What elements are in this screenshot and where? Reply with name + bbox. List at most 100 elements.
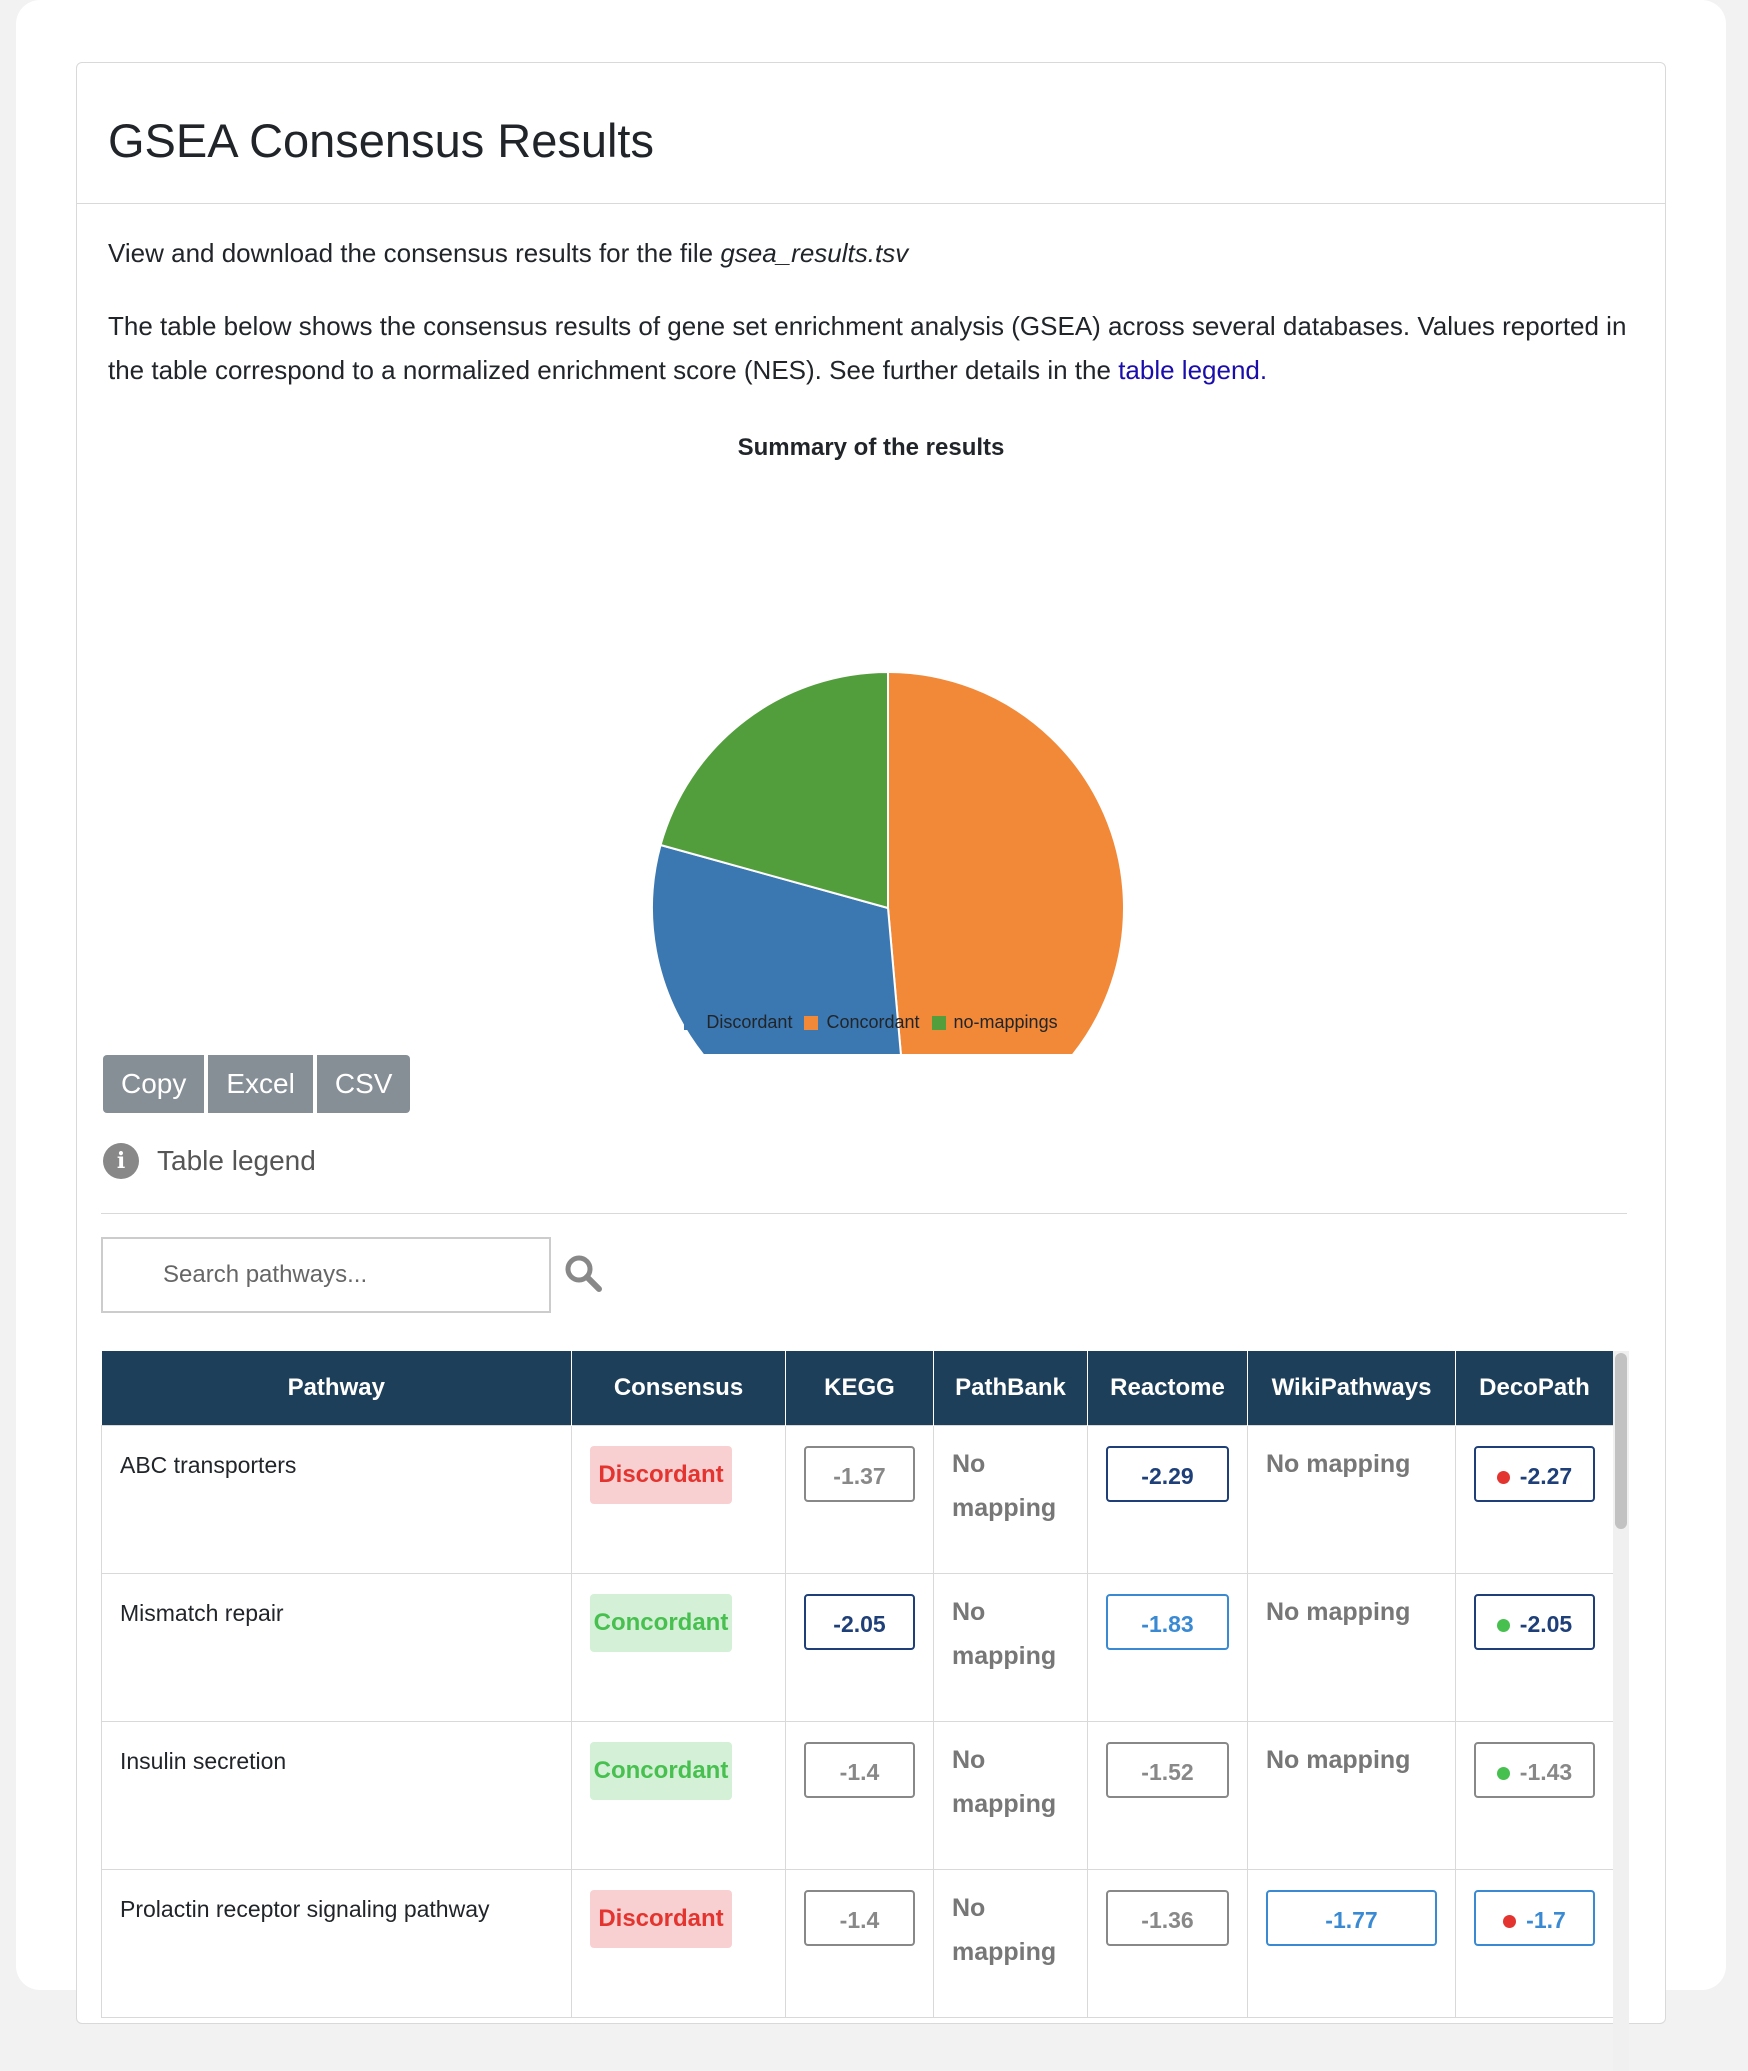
decopath-value[interactable]: -2.05 (1474, 1594, 1595, 1650)
concordant-dot-icon (1496, 1767, 1510, 1781)
kegg-value[interactable]: -1.4 (804, 1742, 915, 1798)
table-scrollbar[interactable] (1613, 1351, 1629, 2071)
decopath-number: -1.7 (1526, 1907, 1566, 1933)
discordant-dot-icon (1496, 1471, 1510, 1485)
search-icon[interactable] (561, 1251, 605, 1295)
table-legend-label: Table legend (157, 1145, 316, 1176)
table-header-row: Pathway Consensus KEGG PathBank Reactome… (101, 1351, 1614, 1426)
pathbank-value: No mapping (952, 1894, 1057, 1966)
csv-button[interactable]: CSV (316, 1055, 411, 1113)
wikipathways-value: No mapping (1266, 1450, 1411, 1478)
copy-button[interactable]: Copy (103, 1055, 205, 1113)
discordant-dot-icon (1503, 1915, 1517, 1929)
header-consensus[interactable]: Consensus (571, 1351, 786, 1426)
filename: gsea_results.tsv (720, 238, 909, 268)
legend-label: no-mappings (953, 1012, 1058, 1032)
pie-chart-svg (651, 670, 1125, 1145)
description-text: The table below shows the consensus resu… (108, 304, 1638, 392)
decopath-number: -2.27 (1519, 1463, 1573, 1489)
export-buttons: Copy Excel CSV (103, 1055, 411, 1113)
header-wikipathways[interactable]: WikiPathways (1247, 1351, 1456, 1426)
reactome-value[interactable]: -1.52 (1106, 1742, 1229, 1798)
header-kegg[interactable]: KEGG (785, 1351, 934, 1426)
wikipathways-value: No mapping (1266, 1598, 1411, 1626)
legend-item-discordant[interactable]: Discordant (684, 1012, 792, 1033)
chart-legend: Discordant Concordant no-mappings (77, 1012, 1665, 1035)
pathbank-value: No mapping (952, 1598, 1057, 1670)
pathbank-value: No mapping (952, 1746, 1057, 1818)
pathway-cell: Prolactin receptor signaling pathway (101, 1869, 572, 2018)
consensus-cell: Concordant (571, 1573, 786, 1722)
kegg-cell: -1.37 (785, 1425, 934, 1574)
table-row: ABC transporters Discordant -1.37 No map… (101, 1425, 1614, 1574)
header-decopath[interactable]: DecoPath (1455, 1351, 1614, 1426)
search-input[interactable] (101, 1237, 551, 1313)
table-row: Insulin secretion Concordant -1.4 No map… (101, 1721, 1614, 1870)
kegg-cell: -2.05 (785, 1573, 934, 1722)
decopath-value[interactable]: -2.27 (1474, 1446, 1595, 1502)
legend-item-concordant[interactable]: Concordant (804, 1012, 920, 1033)
reactome-value[interactable]: -1.36 (1106, 1890, 1229, 1946)
info-icon: i (103, 1143, 139, 1179)
legend-label: Discordant (706, 1012, 793, 1032)
wikipathways-cell: No mapping (1247, 1425, 1456, 1574)
pathway-cell: Insulin secretion (101, 1721, 572, 1870)
pathbank-cell: No mapping (933, 1721, 1088, 1870)
header-pathbank[interactable]: PathBank (933, 1351, 1088, 1426)
legend-item-no-mappings[interactable]: no-mappings (931, 1012, 1058, 1033)
kegg-cell: -1.4 (785, 1869, 934, 2018)
intro-text: View and download the consensus results … (108, 240, 908, 266)
table-row: Prolactin receptor signaling pathway Dis… (101, 1869, 1614, 2018)
consensus-badge: Discordant (590, 1890, 732, 1948)
card-header: GSEA Consensus Results (77, 63, 1665, 204)
reactome-cell: -1.52 (1087, 1721, 1248, 1870)
table-row: Mismatch repair Concordant -2.05 No mapp… (101, 1573, 1614, 1722)
decopath-number: -1.43 (1519, 1759, 1573, 1785)
pathbank-cell: No mapping (933, 1425, 1088, 1574)
results-card: GSEA Consensus Results View and download… (76, 62, 1666, 2071)
reactome-cell: -1.83 (1087, 1573, 1248, 1722)
table-legend-link[interactable]: table legend. (1118, 355, 1267, 385)
kegg-value[interactable]: -1.37 (804, 1446, 915, 1502)
excel-button[interactable]: Excel (208, 1055, 313, 1113)
kegg-value[interactable]: -2.05 (804, 1594, 915, 1650)
legend-swatch (684, 1015, 699, 1030)
reactome-value[interactable]: -2.29 (1106, 1446, 1229, 1502)
pathway-cell: ABC transporters (101, 1425, 572, 1574)
header-reactome[interactable]: Reactome (1087, 1351, 1248, 1426)
results-table: Pathway Consensus KEGG PathBank Reactome… (101, 1351, 1614, 2018)
pathbank-cell: No mapping (933, 1573, 1088, 1722)
pie-chart: Summary of the results (77, 414, 1665, 1145)
description-body: The table below shows the consensus resu… (108, 311, 1627, 385)
kegg-value[interactable]: -1.4 (804, 1890, 915, 1946)
consensus-badge: Concordant (590, 1594, 732, 1652)
pathbank-value: No mapping (952, 1450, 1057, 1522)
consensus-cell: Concordant (571, 1721, 786, 1870)
legend-swatch (931, 1015, 946, 1030)
reactome-value[interactable]: -1.83 (1106, 1594, 1229, 1650)
table-legend-toggle[interactable]: i Table legend (103, 1143, 316, 1179)
decopath-number: -2.05 (1519, 1611, 1573, 1637)
decopath-value[interactable]: -1.7 (1474, 1890, 1595, 1946)
scrollbar-thumb[interactable] (1615, 1353, 1627, 1529)
page-title: GSEA Consensus Results (108, 114, 654, 167)
wikipathways-value: No mapping (1266, 1746, 1411, 1774)
wikipathways-cell: No mapping (1247, 1573, 1456, 1722)
page-background: GSEA Consensus Results View and download… (16, 0, 1726, 2071)
concordant-dot-icon (1496, 1619, 1510, 1633)
reactome-cell: -2.29 (1087, 1425, 1248, 1574)
header-pathway[interactable]: Pathway (101, 1351, 572, 1426)
divider (101, 1213, 1627, 1214)
results-table-container: Pathway Consensus KEGG PathBank Reactome… (101, 1351, 1629, 2071)
pie-slice-concordant[interactable] (887, 670, 1125, 1145)
legend-swatch (804, 1015, 819, 1030)
chart-title: Summary of the results (737, 434, 1005, 461)
legend-label: Concordant (826, 1012, 920, 1032)
reactome-cell: -1.36 (1087, 1869, 1248, 2018)
wikipathways-value[interactable]: -1.77 (1266, 1890, 1437, 1946)
wikipathways-cell: No mapping (1247, 1721, 1456, 1870)
consensus-badge: Concordant (590, 1742, 732, 1800)
wikipathways-cell: -1.77 (1247, 1869, 1456, 2018)
consensus-badge: Discordant (590, 1446, 732, 1504)
decopath-value[interactable]: -1.43 (1474, 1742, 1595, 1798)
